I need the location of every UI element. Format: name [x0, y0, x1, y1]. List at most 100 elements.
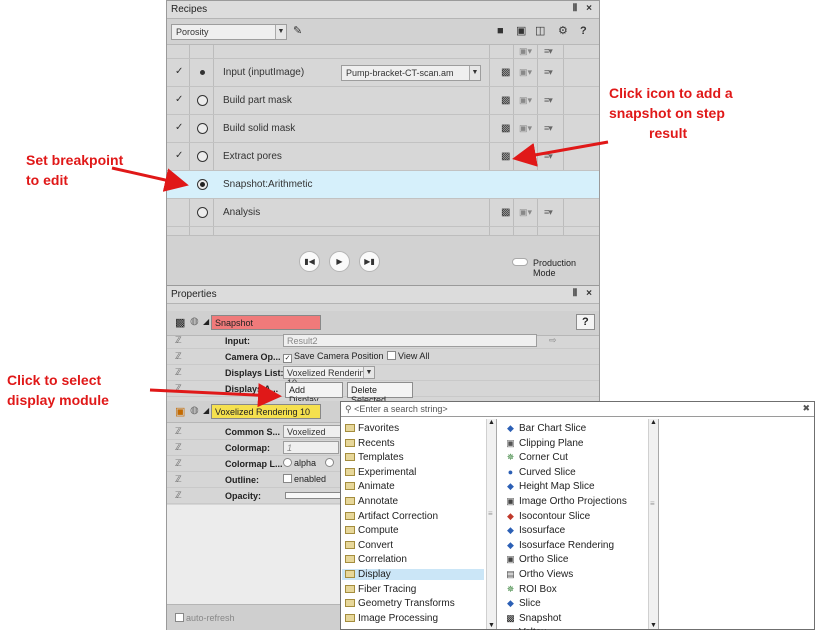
stats-options-icon[interactable]: ≡▾ [544, 46, 553, 57]
snapshot-camera-icon[interactable]: ▩ [501, 151, 510, 162]
lock-icon[interactable]: ◍ [190, 405, 199, 416]
breakpoint-node-icon[interactable] [197, 123, 208, 134]
category-item[interactable]: Correlation [345, 554, 407, 565]
step-row[interactable]: ✓ Input (inputImage) Pump-bracket-CT-sca… [167, 59, 599, 87]
category-item[interactable]: Recents [345, 438, 395, 449]
save-step-icon[interactable]: ▣▾ [519, 95, 532, 106]
category-item[interactable]: Image Processing [345, 613, 438, 624]
module-item[interactable]: ▣ Ortho Slice [505, 554, 568, 565]
module-item[interactable]: ◆ Isosurface Rendering [505, 540, 614, 551]
module-item[interactable]: ◆ Bar Chart Slice [505, 423, 586, 434]
category-item[interactable]: Geometry Transforms [345, 598, 455, 609]
category-item[interactable]: Fiber Tracing [345, 584, 416, 595]
help-icon[interactable]: ? [580, 24, 587, 38]
module-item[interactable]: ▩ Snapshot [505, 613, 561, 624]
pin-icon[interactable]: ℤ [175, 351, 182, 362]
save-step-icon[interactable]: ▣▾ [519, 151, 532, 162]
alpha-radio[interactable]: alpha [283, 458, 316, 468]
snapshot-camera-icon[interactable]: ▩ [501, 95, 510, 106]
stats-icon[interactable]: ≡▾ [544, 95, 553, 106]
add-display-button[interactable]: Add Display... [285, 382, 343, 405]
pin-icon[interactable]: ℤ [175, 458, 182, 469]
module-search[interactable]: ⚲ <Enter a search string> ✖ [341, 402, 814, 417]
gear-icon[interactable]: ⚙ [558, 24, 568, 38]
auto-refresh-checkbox[interactable]: auto-refresh [175, 613, 235, 623]
help-button[interactable]: ? [576, 314, 595, 330]
displays-list-select[interactable]: Voxelized Rendering 10 ▼ [283, 366, 375, 388]
snapshot-module-name[interactable]: Snapshot [211, 315, 321, 330]
pin-icon[interactable]: ℤ [175, 474, 182, 485]
stats-icon[interactable]: ≡▾ [544, 207, 553, 218]
scroll-down-icon[interactable]: ▼ [488, 622, 495, 629]
check-icon[interactable]: ✓ [175, 150, 183, 161]
module-item[interactable]: ● Curved Slice [505, 467, 576, 478]
delete-selected-button[interactable]: Delete Selected [347, 382, 413, 405]
collapse-arrow-icon[interactable]: ◢ [203, 406, 209, 415]
snapshot-camera-icon[interactable]: ▩ [501, 67, 510, 78]
save-icon[interactable]: ▣ [516, 24, 526, 38]
colormap-field[interactable]: 1 [283, 441, 339, 454]
save-step-icon[interactable]: ▣▾ [519, 67, 532, 78]
step-back-icon[interactable]: ▮◀ [299, 251, 320, 272]
module-item[interactable]: ✵ ROI Box [505, 584, 557, 595]
category-item[interactable]: Annotate [345, 496, 398, 507]
category-item[interactable]: Compute [345, 525, 399, 536]
category-item[interactable]: Convert [345, 540, 393, 551]
stats-icon[interactable]: ≡▾ [544, 67, 553, 78]
scroll-up-icon[interactable]: ▲ [488, 419, 495, 426]
play-icon[interactable]: ▶ [329, 251, 350, 272]
pin-icon[interactable]: ℤ [175, 367, 182, 378]
enabled-checkbox[interactable]: enabled [283, 474, 326, 484]
category-item[interactable]: Templates [345, 452, 404, 463]
pin-icon[interactable]: ℤ [175, 383, 182, 394]
scroll-up-icon[interactable]: ▲ [650, 419, 657, 426]
category-item[interactable]: Experimental [345, 467, 416, 478]
module-item[interactable]: ▣ Image Ortho Projections [505, 496, 627, 507]
module-item[interactable]: ◆ Isosurface [505, 525, 565, 536]
category-item[interactable]: Display [342, 569, 484, 580]
properties-panel-controls[interactable]: Ⅱ × [572, 288, 595, 299]
check-icon[interactable]: ✓ [175, 122, 183, 133]
stats-icon[interactable]: ≡▾ [544, 151, 553, 162]
breakpoint-node-icon[interactable] [197, 151, 208, 162]
module-item[interactable]: ◆ Isocontour Slice [505, 511, 590, 522]
module-item[interactable]: ▣ Clipping Plane [505, 438, 583, 449]
step-row[interactable]: ✓ Build part mask ▩ ▣▾ ≡▾ [167, 87, 599, 115]
production-mode-toggle[interactable] [512, 258, 528, 266]
recipes-panel-controls[interactable]: Ⅱ × [572, 3, 595, 14]
breakpoint-node-icon[interactable] [197, 207, 208, 218]
module-item[interactable]: ◆ Height Map Slice [505, 481, 595, 492]
breakpoint-node-icon[interactable] [197, 95, 208, 106]
common-settings-select[interactable]: Voxelized Ren [283, 425, 343, 438]
scroll-grip-icon[interactable]: ≡ [488, 509, 493, 518]
step-row-selected[interactable]: Snapshot:Arithmetic [167, 171, 599, 199]
recipe-select[interactable]: Porosity ▼ [171, 24, 287, 40]
category-scrollbar[interactable]: ▲ ≡ ▼ [486, 419, 496, 629]
category-item[interactable]: Favorites [345, 423, 399, 434]
save-step-icon[interactable]: ▣▾ [519, 207, 532, 218]
connect-arrow-icon[interactable]: ⇨ [549, 335, 557, 346]
pin-icon[interactable]: ℤ [175, 335, 182, 346]
input-data-select[interactable]: Pump-bracket-CT-scan.am ▼ [341, 65, 481, 81]
pin-icon[interactable]: ℤ [175, 490, 182, 501]
clear-search-icon[interactable]: ✖ [802, 403, 810, 414]
opacity-slider[interactable] [285, 492, 341, 499]
stats-icon[interactable]: ≡▾ [544, 123, 553, 134]
module-item[interactable]: ◆ Slice [505, 598, 541, 609]
scroll-down-icon[interactable]: ▼ [650, 622, 657, 629]
module-scrollbar[interactable]: ▲ ≡ ▼ [648, 419, 658, 629]
category-item[interactable]: Animate [345, 481, 395, 492]
step-row[interactable]: Analysis ▩ ▣▾ ≡▾ [167, 199, 599, 227]
snapshot-camera-icon[interactable]: ▩ [501, 207, 510, 218]
check-icon[interactable]: ✓ [175, 66, 183, 77]
category-item[interactable]: Artifact Correction [345, 511, 438, 522]
voxel-module-name[interactable]: Voxelized Rendering 10 [211, 404, 321, 419]
lock-icon[interactable]: ◍ [190, 316, 199, 327]
pin-icon[interactable]: ℤ [175, 426, 182, 437]
input-port-select[interactable]: Result2 [283, 334, 537, 347]
module-item[interactable]: ▤ Ortho Views [505, 569, 573, 580]
pencil-icon[interactable]: ✎ [293, 24, 302, 38]
view-all-checkbox[interactable]: View All [387, 351, 429, 361]
breakpoint-set-icon[interactable] [197, 179, 208, 190]
delete-icon[interactable]: ◫ [535, 24, 545, 38]
